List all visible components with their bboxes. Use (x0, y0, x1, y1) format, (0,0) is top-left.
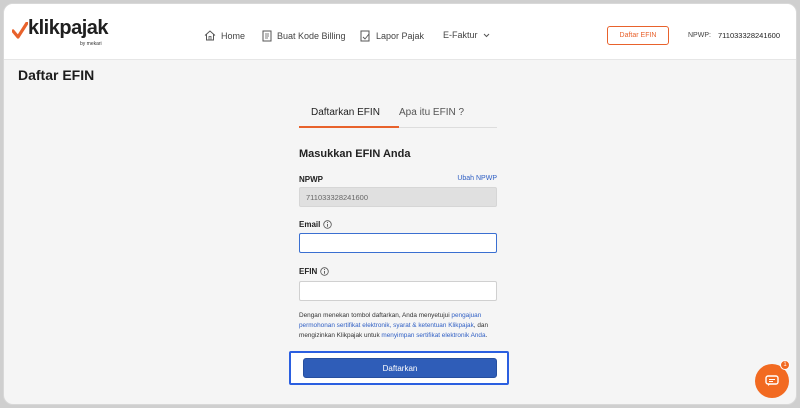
info-icon[interactable] (320, 267, 329, 276)
terms-prefix: Dengan menekan tombol daftarkan, Anda me… (299, 312, 452, 319)
chat-notification-badge: 1 (780, 360, 790, 370)
nav-lapor-pajak[interactable]: Lapor Pajak (360, 30, 424, 42)
nav-billing[interactable]: Buat Kode Billing (262, 30, 346, 42)
active-tab-indicator (299, 126, 399, 128)
email-label: Email (299, 220, 333, 229)
email-label-text: Email (299, 220, 321, 229)
nav-billing-label: Buat Kode Billing (277, 31, 346, 41)
daftarkan-button[interactable]: Daftarkan (303, 358, 497, 378)
report-icon (360, 30, 370, 42)
document-icon (262, 30, 272, 42)
top-navbar: klikpajak by mekari Home Buat Kode Billi… (4, 4, 796, 60)
nav-lapor-label: Lapor Pajak (376, 31, 425, 41)
nav-efaktur-dropdown[interactable]: E-Faktur (443, 30, 490, 40)
terms-text: Dengan menekan tombol daftarkan, Anda me… (299, 311, 499, 341)
check-logo-icon (12, 22, 28, 39)
npwp-input (299, 187, 497, 207)
npwp-label: NPWP (299, 175, 323, 184)
tab-bar: Daftarkan EFIN Apa itu EFIN ? (299, 100, 497, 128)
npwp-header-label: NPWP: (688, 32, 711, 39)
daftar-efin-button[interactable]: Daftar EFIN (607, 26, 669, 45)
nav-home-label: Home (221, 30, 246, 41)
nav-efaktur-label: E-Faktur (443, 30, 478, 40)
page-title: Daftar EFIN (18, 67, 95, 83)
chat-icon (765, 375, 779, 386)
terms-suffix: . (485, 332, 488, 339)
nav-home[interactable]: Home (204, 30, 245, 41)
home-icon (204, 30, 216, 41)
terms-link-sertifikat[interactable]: menyimpan sertifikat elektronik Anda (381, 332, 485, 339)
email-input[interactable] (299, 233, 497, 253)
logo-tagline: by mekari (80, 41, 102, 47)
info-icon[interactable] (323, 220, 333, 229)
efin-label: EFIN (299, 267, 329, 276)
npwp-label-text: NPWP (299, 175, 323, 184)
tab-apa-itu-efin[interactable]: Apa itu EFIN ? (399, 107, 464, 118)
logo-text: klikpajak (28, 17, 109, 39)
npwp-header-value: 711033328241600 (718, 31, 781, 40)
tab-daftarkan-efin[interactable]: Daftarkan EFIN (311, 107, 380, 118)
efin-input[interactable] (299, 281, 497, 301)
efin-label-text: EFIN (299, 267, 318, 276)
ubah-npwp-link[interactable]: Ubah NPWP (457, 175, 497, 182)
chevron-down-icon (483, 33, 489, 37)
form-title: Masukkan EFIN Anda (299, 148, 411, 160)
